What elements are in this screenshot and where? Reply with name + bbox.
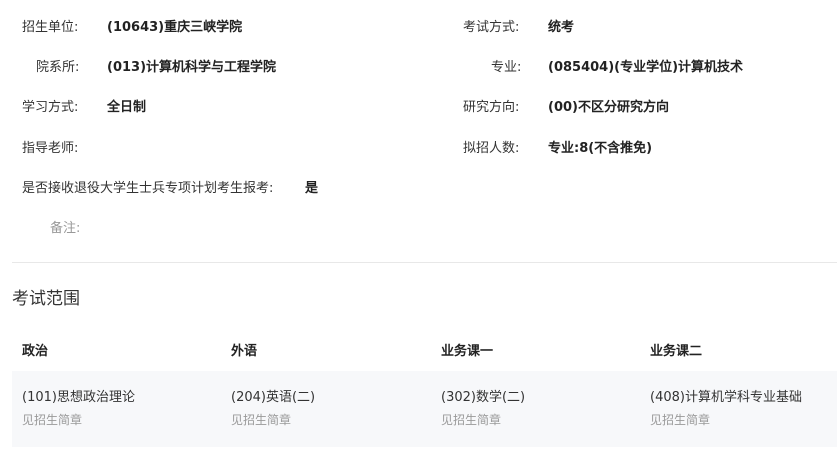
info-row-advisor: 指导老师: 拟招人数: 专业:8(不含推免) (0, 140, 837, 158)
exam-scope-table-header: 政治 外语 业务课一 业务课二 (12, 330, 837, 370)
header-course-one: 业务课一 (441, 344, 494, 359)
cell-course-one: (302)数学(二) 见招生简章 (441, 389, 525, 428)
subject-course-one: (302)数学(二) (441, 390, 526, 405)
subject-foreign-language: (204)英语(二) (231, 390, 316, 405)
major-value: (085404)(专业学位)计算机技术 (548, 60, 744, 75)
cell-foreign-language: (204)英语(二) 见招生简章 (231, 389, 315, 428)
veteran-value: 是 (305, 181, 319, 196)
unit-value: (10643)重庆三峡学院 (107, 20, 243, 35)
cell-politics: (101)思想政治理论 见招生简章 (22, 389, 135, 428)
admission-detail-page: 招生单位: (10643)重庆三峡学院 考试方式: 统考 院系所: (013)计… (0, 0, 837, 455)
veteran-label: 是否接收退役大学生士兵专项计划考生报考: (22, 181, 274, 196)
table-row: (101)思想政治理论 见招生简章 (204)英语(二) 见招生简章 (302)… (12, 371, 837, 447)
cell-course-two: (408)计算机学科专业基础 见招生简章 (650, 389, 802, 428)
section-divider (12, 262, 837, 263)
subject-politics-note: 见招生简章 (22, 413, 83, 427)
research-direction-value: (00)不区分研究方向 (548, 100, 669, 115)
subject-foreign-language-note: 见招生简章 (231, 413, 292, 427)
info-row-remark: 备注: (0, 220, 837, 238)
subject-politics: (101)思想政治理论 (22, 390, 135, 405)
study-mode-value: 全日制 (107, 100, 147, 115)
unit-label: 招生单位: (22, 20, 79, 35)
info-row-department: 院系所: (013)计算机科学与工程学院 专业: (085404)(专业学位)计… (0, 59, 837, 77)
header-politics: 政治 (22, 344, 49, 359)
info-row-veteran: 是否接收退役大学生士兵专项计划考生报考: 是 (0, 180, 837, 198)
remark-label: 备注: (50, 221, 81, 236)
study-mode-label: 学习方式: (22, 100, 79, 115)
exam-mode-value: 统考 (548, 20, 575, 35)
info-row-study-mode: 学习方式: 全日制 研究方向: (00)不区分研究方向 (0, 99, 837, 117)
exam-scope-title: 考试范围 (12, 289, 80, 309)
research-direction-label: 研究方向: (463, 100, 520, 115)
subject-course-two-note: 见招生简章 (650, 413, 711, 427)
quota-value: 专业:8(不含推免) (548, 141, 653, 156)
advisor-label: 指导老师: (22, 141, 79, 156)
quota-label: 拟招人数: (463, 141, 520, 156)
department-label: 院系所: (36, 60, 80, 75)
exam-scope-table: 政治 外语 业务课一 业务课二 (101)思想政治理论 见招生简章 (204)英… (12, 330, 837, 447)
exam-mode-label: 考试方式: (463, 20, 520, 35)
major-label: 专业: (491, 60, 522, 75)
subject-course-one-note: 见招生简章 (441, 413, 502, 427)
header-course-two: 业务课二 (650, 344, 703, 359)
header-foreign-language: 外语 (231, 344, 258, 359)
info-row-unit: 招生单位: (10643)重庆三峡学院 考试方式: 统考 (0, 19, 837, 37)
department-value: (013)计算机科学与工程学院 (107, 60, 277, 75)
subject-course-two: (408)计算机学科专业基础 (650, 390, 802, 405)
